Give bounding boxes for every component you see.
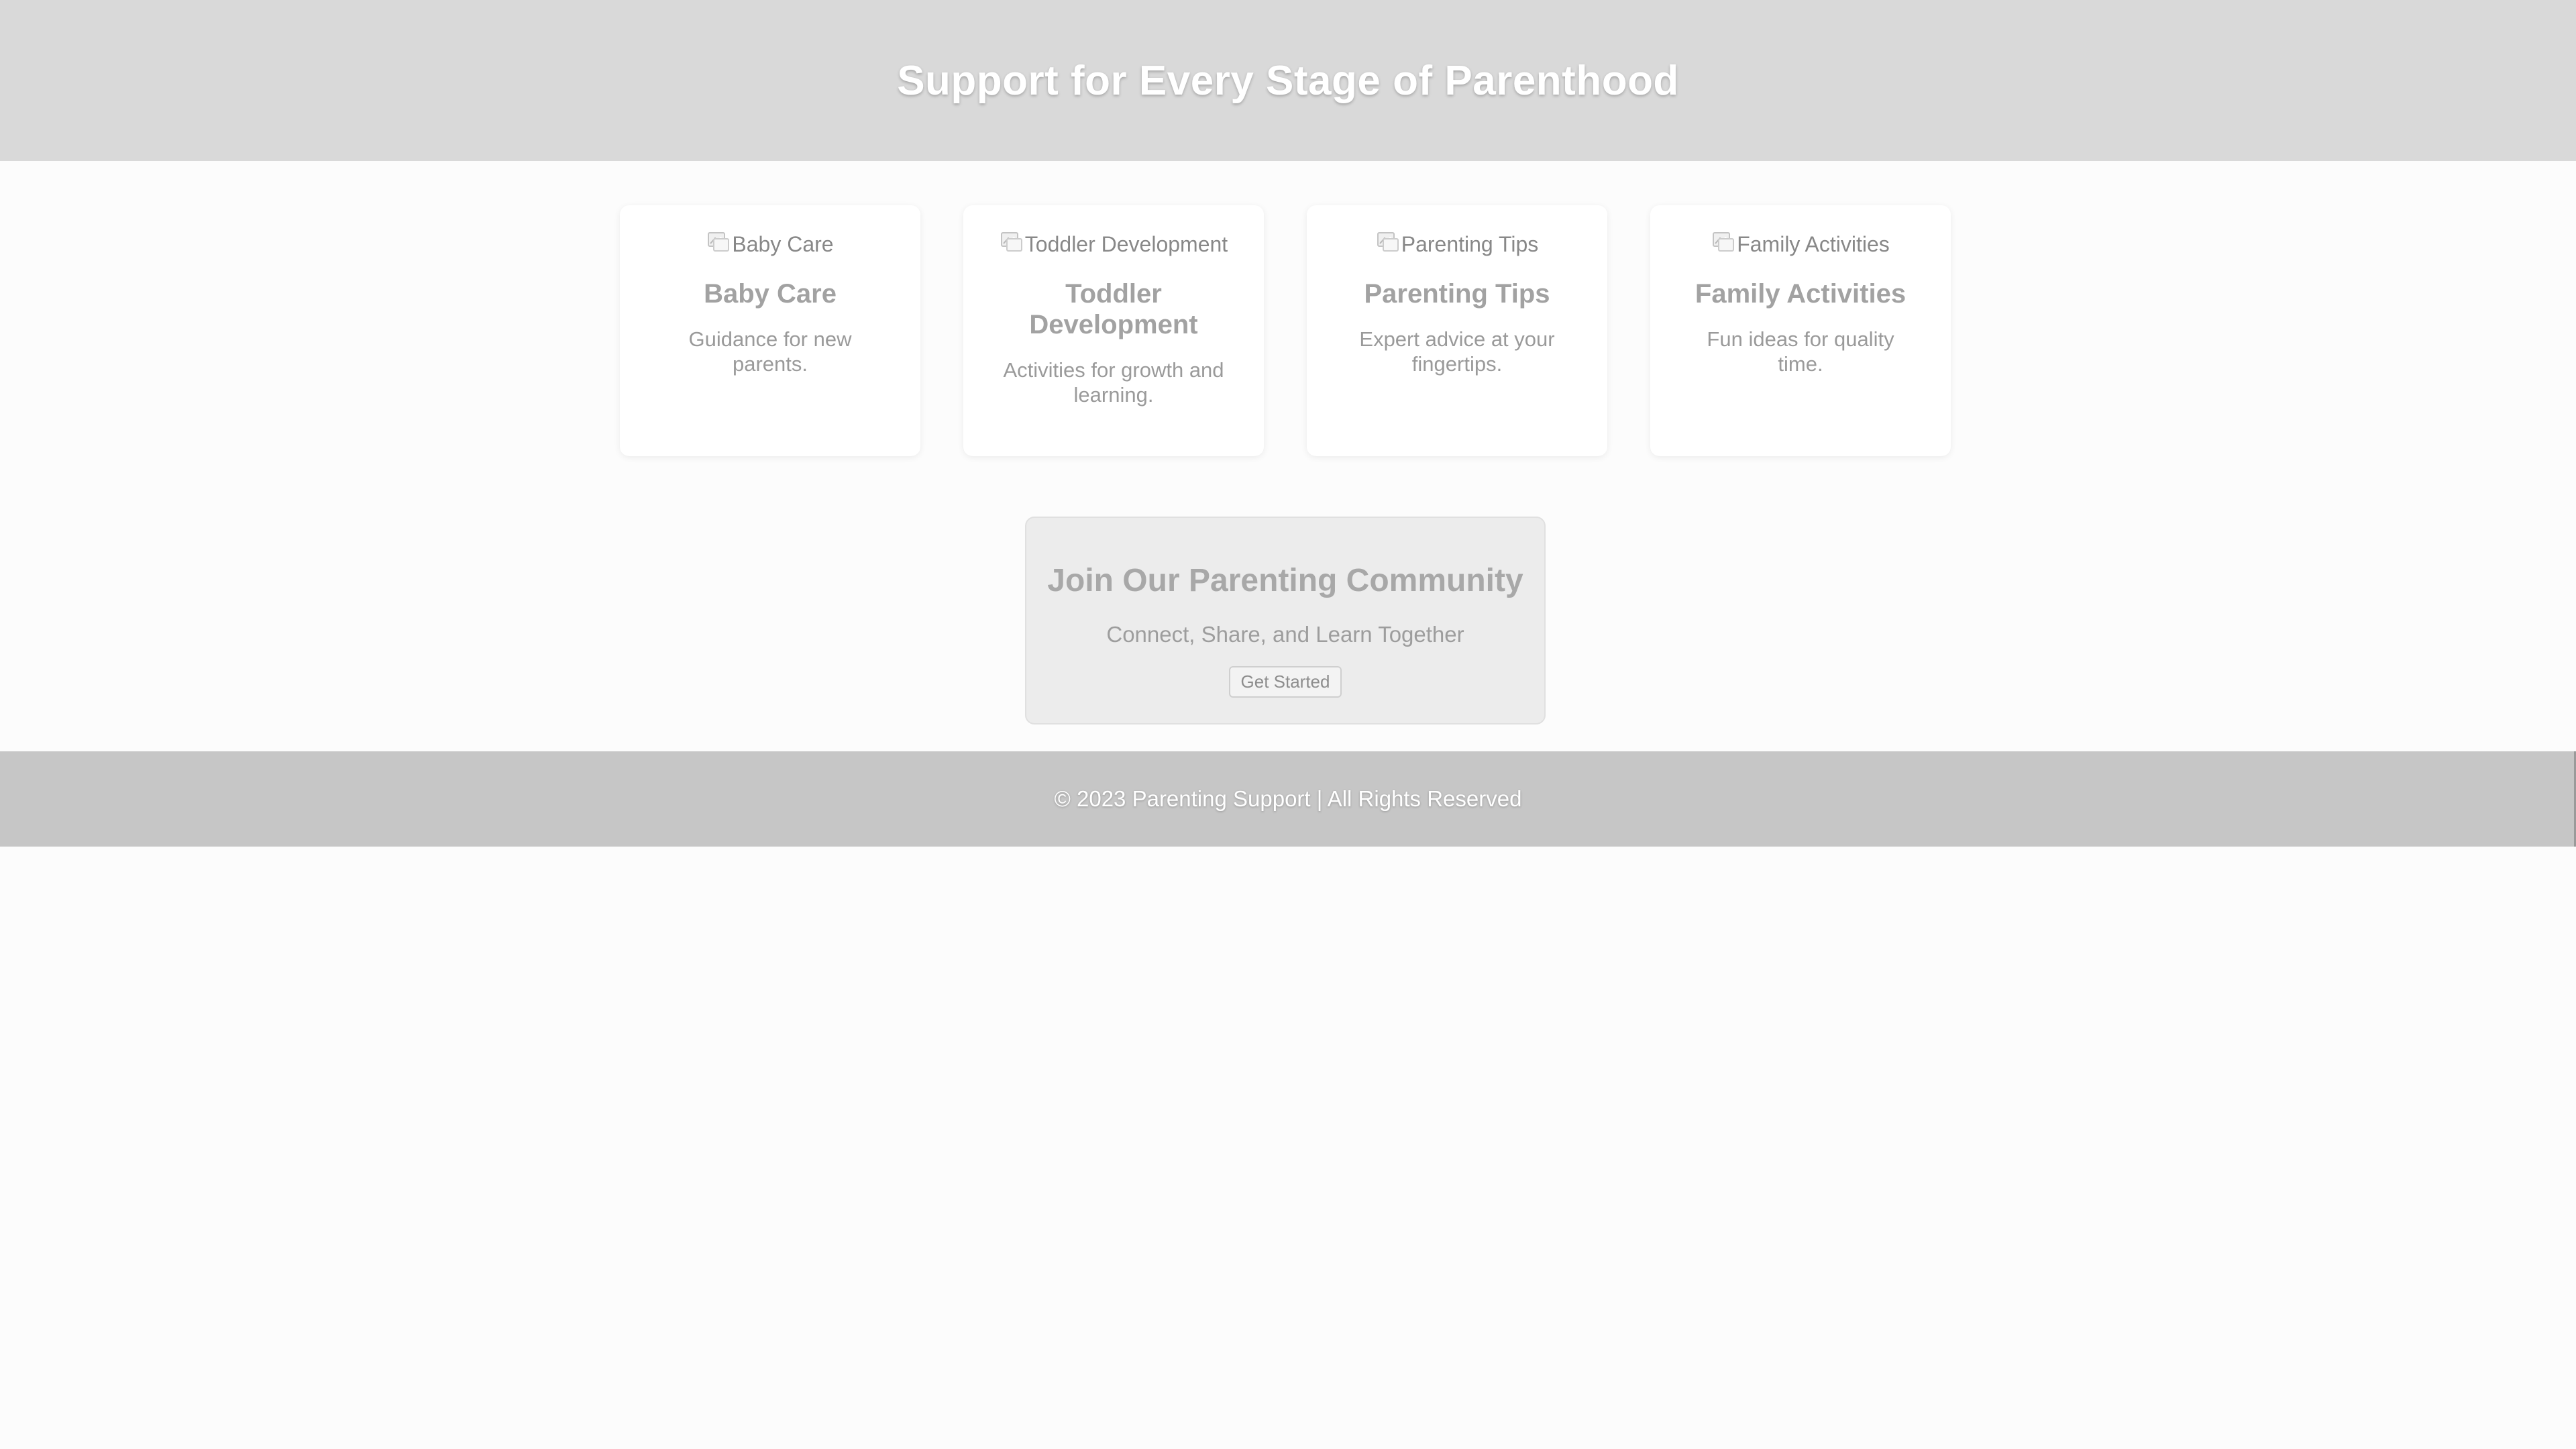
- card-image: Baby Care: [706, 229, 834, 259]
- broken-image-icon: [708, 232, 730, 252]
- card-image-alt: Baby Care: [732, 231, 834, 256]
- card-baby-care[interactable]: Baby Care Baby Care Guidance for new par…: [620, 205, 920, 456]
- card-description: Guidance for new parents.: [688, 327, 852, 376]
- card-image: Family Activities: [1711, 229, 1890, 259]
- site-footer: © 2023 Parenting Support | All Rights Re…: [0, 751, 2576, 847]
- broken-image-icon: [1000, 232, 1022, 252]
- card-toddler-development[interactable]: Toddler Development Toddler Development …: [963, 205, 1264, 456]
- feature-cards: Baby Care Baby Care Guidance for new par…: [620, 205, 1951, 456]
- get-started-button[interactable]: Get Started: [1228, 666, 1342, 698]
- card-description: Fun ideas for quality time.: [1707, 327, 1894, 376]
- card-parenting-tips[interactable]: Parenting Tips Parenting Tips Expert adv…: [1307, 205, 1607, 456]
- card-title: Toddler Development: [1029, 279, 1198, 339]
- community-callout: Join Our Parenting Community Connect, Sh…: [1025, 517, 1546, 724]
- hero-header: Support for Every Stage of Parenthood: [0, 0, 2576, 161]
- card-image-alt: Toddler Development: [1024, 231, 1228, 256]
- page: Support for Every Stage of Parenthood Ba…: [0, 0, 2576, 1449]
- card-image: Toddler Development: [1000, 229, 1228, 259]
- card-title: Family Activities: [1695, 279, 1907, 309]
- footer-copyright: © 2023 Parenting Support | All Rights Re…: [1054, 786, 1522, 811]
- broken-image-icon: [1713, 232, 1735, 252]
- card-image-alt: Family Activities: [1737, 231, 1890, 256]
- broken-image-icon: [1377, 232, 1399, 252]
- card-description: Activities for growth and learning.: [1003, 358, 1224, 407]
- card-description: Expert advice at your fingertips.: [1359, 327, 1555, 376]
- card-title: Parenting Tips: [1364, 279, 1550, 309]
- card-family-activities[interactable]: Family Activities Family Activities Fun …: [1650, 205, 1951, 456]
- card-image: Parenting Tips: [1376, 229, 1539, 259]
- card-image-alt: Parenting Tips: [1401, 231, 1539, 256]
- community-title: Join Our Parenting Community: [1047, 563, 1523, 598]
- community-subtitle: Connect, Share, and Learn Together: [1106, 622, 1464, 647]
- card-title: Baby Care: [704, 279, 837, 309]
- page-title: Support for Every Stage of Parenthood: [897, 57, 1679, 104]
